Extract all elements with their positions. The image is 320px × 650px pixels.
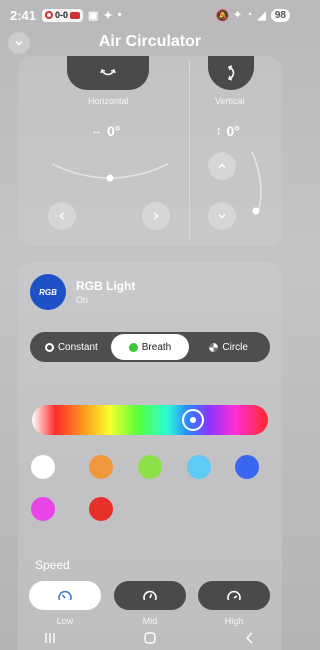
chevron-up-icon [218,163,226,168]
location-icon: ⌖ [234,8,241,21]
horizontal-angle-slider[interactable] [50,156,170,186]
speed-mid-button[interactable] [114,581,186,610]
color-swatch[interactable] [187,455,211,479]
spectrum-thumb[interactable] [182,409,204,431]
speed-high-label: High [224,616,244,626]
circle-icon [209,342,219,352]
vertical-slider-thumb[interactable] [252,207,260,215]
color-swatch[interactable] [89,497,113,521]
color-swatch[interactable] [138,455,162,479]
horizontal-swing-button[interactable] [67,56,149,90]
team-icon [70,11,81,19]
speedometer-low-icon [58,590,72,600]
rgb-light-card: RGB RGB Light On Constant Breath Circle … [18,262,282,650]
horizontal-angle-value: 0° [107,123,121,139]
color-spectrum-slider[interactable] [32,405,268,435]
rgb-logo-icon: RGB [30,274,66,310]
system-nav-bar [0,626,300,650]
collapse-button[interactable] [8,32,30,54]
screenshot-icon: ▣ [88,9,99,22]
app-header: Air Circulator [0,30,300,54]
horizontal-angle-readout: ↔ 0° [91,123,120,139]
color-swatch[interactable] [89,455,113,479]
chevron-right-icon [154,212,159,220]
vertical-angle-readout: ↕ 0° [216,123,240,139]
vertical-swing-icon [228,65,235,81]
signal-icon: ◢ [257,9,266,22]
speed-low-button[interactable] [29,581,101,610]
speed-high-button[interactable] [198,581,270,610]
mode-constant[interactable]: Constant [32,334,111,360]
assistant-icon: ✦ [103,9,113,22]
score-text: 0-0 [55,10,69,20]
wifi-icon: ◔ [245,9,253,21]
mode-breath-label: Breath [141,341,172,353]
speedometer-mid-icon [143,590,157,600]
rgb-status: On [76,295,89,305]
home-icon[interactable] [143,631,157,645]
breath-icon [128,342,138,352]
vertical-angle-slider[interactable] [248,150,268,220]
color-swatch[interactable] [31,497,55,521]
horizontal-label: Horizontal [88,96,129,106]
color-swatch[interactable] [235,455,259,479]
battery-indicator: 98 [270,8,290,22]
rgb-title: RGB Light [76,279,136,293]
swing-divider [189,60,190,240]
vertical-up-button[interactable] [208,152,236,180]
horizontal-right-button[interactable] [142,202,170,230]
mode-circle[interactable]: Circle [189,334,268,360]
mode-constant-label: Constant [57,341,98,353]
chevron-down-icon [218,214,226,219]
vertical-arrows-icon: ↕ [216,125,222,137]
status-bar: 2:41 0-0 ▣ ✦ • 🔕 ⌖ ◔ ◢ 98 [0,0,300,30]
mute-icon: 🔕 [215,9,230,22]
constant-icon [44,342,54,352]
mode-circle-label: Circle [222,341,248,353]
recent-apps-icon[interactable] [43,631,57,645]
chevron-left-icon [59,212,64,220]
color-swatch[interactable] [31,455,55,479]
horizontal-swing-icon [100,69,116,76]
vertical-angle-value: 0° [226,123,240,139]
vertical-swing-button[interactable] [208,56,254,90]
speedometer-high-icon [227,590,241,600]
spectrum-thumb-dot [190,417,196,423]
speed-label: Speed [35,558,70,572]
back-icon[interactable] [243,631,257,645]
speed-low-label: Low [56,616,74,626]
notification-dot-icon: • [117,9,122,21]
horizontal-slider-thumb[interactable] [106,174,114,182]
light-mode-selector: Constant Breath Circle [30,332,270,362]
status-time: 2:41 [10,7,37,23]
speed-mid-label: Mid [142,616,158,626]
page-title: Air Circulator [98,33,202,50]
team-icon [45,11,54,19]
mode-breath[interactable]: Breath [110,334,190,360]
horizontal-left-button[interactable] [48,202,76,230]
vertical-down-button[interactable] [208,202,236,230]
chevron-down-icon [15,41,23,46]
swing-control-card: Horizontal Vertical ↔ 0° ↕ 0° [18,56,282,246]
horizontal-arrows-icon: ↔ [91,125,102,137]
sports-score-chip: 0-0 [42,8,84,22]
vertical-label: Vertical [215,96,245,106]
